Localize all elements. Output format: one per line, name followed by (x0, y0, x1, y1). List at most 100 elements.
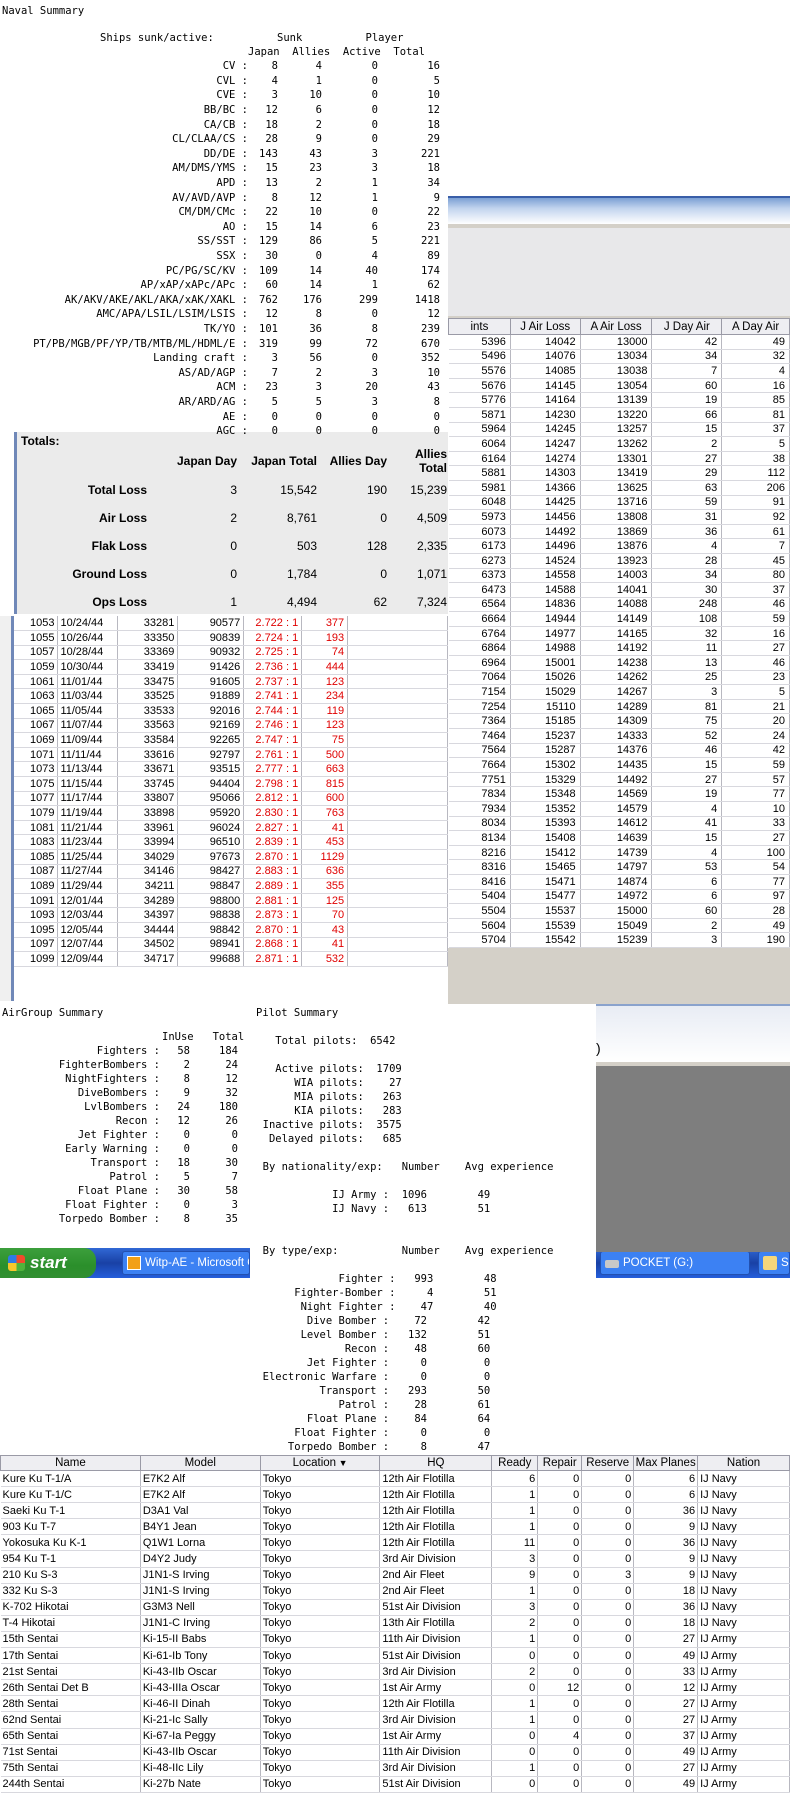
table-row[interactable]: 28th Sentai Ki-46-II Dinah Tokyo 12th Air F… (0, 1695, 790, 1713)
table-row[interactable]: 5396 14042 13000 42 49 (448, 334, 790, 350)
table-row[interactable]: 7064 15026 14262 25 23 (448, 670, 790, 686)
column-header[interactable]: Ready (491, 1455, 539, 1471)
table-row[interactable]: 5504 15537 15000 60 28 (448, 903, 790, 919)
table-row[interactable]: 5496 14076 13034 34 32 (448, 349, 790, 365)
table-row[interactable]: 7664 15302 14435 15 59 (448, 757, 790, 773)
table-row[interactable]: 1091 12/01/44 34289 98800 2.881 : 1 125 (14, 893, 448, 909)
table-row[interactable]: 5871 14230 13220 66 81 (448, 407, 790, 423)
column-header[interactable]: A Day Air (721, 318, 790, 335)
column-header[interactable]: Location ▼ (259, 1455, 381, 1471)
table-row[interactable]: 21st Sentai Ki-43-IIb Oscar Tokyo 3rd Air D… (0, 1663, 790, 1681)
table-row[interactable]: 8316 15465 14797 53 54 (448, 859, 790, 875)
table-row[interactable]: 6064 14247 13262 2 5 (448, 436, 790, 452)
table-row[interactable]: 6664 14944 14149 108 59 (448, 611, 790, 627)
table-row[interactable]: 1061 11/01/44 33475 91605 2.737 : 1 123 (14, 674, 448, 690)
table-row[interactable]: 1085 11/25/44 34029 97673 2.870 : 1 1129 (14, 849, 448, 865)
table-row[interactable]: 75th Sentai Ki-48-IIc Lily Tokyo 3rd Air Di… (0, 1760, 790, 1777)
table-row[interactable]: 7364 15185 14309 75 20 (448, 713, 790, 730)
table-row[interactable]: Yokosuka Ku K-1 Q1W1 Lorna Tokyo 12th Air F… (0, 1534, 790, 1552)
table-row[interactable]: 5676 14145 13054 60 16 (448, 378, 790, 394)
table-row[interactable]: 7564 15287 14376 46 42 (448, 743, 790, 759)
column-header[interactable]: A Air Loss (579, 318, 653, 335)
table-row[interactable]: 1053 10/24/44 33281 90577 2.722 : 1 377 (14, 616, 448, 632)
table-row[interactable]: 62nd Sentai Ki-21-Ic Sally Tokyo 3rd Air Di… (0, 1711, 790, 1729)
table-row[interactable]: 1083 11/23/44 33994 96510 2.839 : 1 453 (14, 834, 448, 850)
table-row[interactable]: 1087 11/27/44 34146 98427 2.883 : 1 636 (14, 864, 448, 880)
column-header[interactable]: Name (0, 1455, 141, 1471)
table-row[interactable]: 1077 11/17/44 33807 95066 2.812 : 1 600 (14, 791, 448, 807)
table-row[interactable]: 1079 11/19/44 33898 95920 2.830 : 1 763 (14, 805, 448, 821)
table-row[interactable]: 8416 15471 14874 6 77 (448, 874, 790, 890)
table-row[interactable]: 7934 15352 14579 4 10 (448, 801, 790, 817)
table-row[interactable]: 1099 12/09/44 34717 99688 2.871 : 1 532 (14, 951, 448, 967)
table-row[interactable]: Saeki Ku T-1 D3A1 Val Tokyo 12th Air Flotil… (0, 1502, 790, 1520)
table-row[interactable]: 6048 14425 13716 59 91 (448, 495, 790, 511)
table-row[interactable]: 65th Sentai Ki-67-Ia Peggy Tokyo 1st Air Ar… (0, 1728, 790, 1745)
table-row[interactable]: T-4 Hikotai J1N1-C Irving Tokyo 13th Air Fl… (0, 1615, 790, 1632)
table-row[interactable]: 5404 15477 14972 6 97 (448, 889, 790, 905)
table-row[interactable]: 1065 11/05/44 33533 92016 2.744 : 1 119 (14, 703, 448, 719)
table-row[interactable]: 6473 14588 14041 30 37 (448, 582, 790, 598)
table-row[interactable]: 1057 10/28/44 33369 90932 2.725 : 1 74 (14, 645, 448, 661)
table-row[interactable]: Kure Ku T-1/A E7K2 Alf Tokyo 12th Air Floti… (0, 1470, 790, 1488)
table-row[interactable]: 8034 15393 14612 41 33 (448, 816, 790, 832)
table-row[interactable]: 1055 10/26/44 33350 90839 2.724 : 1 193 (14, 630, 448, 646)
column-header[interactable]: Nation (697, 1455, 790, 1471)
column-header[interactable]: Max Planes (633, 1455, 699, 1471)
table-row[interactable]: 8216 15412 14739 4 100 (448, 845, 790, 861)
table-row[interactable]: 332 Ku S-3 J1N1-S Irving Tokyo 2nd Air Flee… (0, 1583, 790, 1600)
table-row[interactable]: 1069 11/09/44 33584 92265 2.747 : 1 75 (14, 732, 448, 748)
taskbar-item-pocket[interactable]: POCKET (G:) (600, 1251, 750, 1275)
table-row[interactable]: 6564 14836 14088 248 46 (448, 597, 790, 613)
table-row[interactable]: 5604 15539 15049 2 49 (448, 918, 790, 934)
table-row[interactable]: 1067 11/07/44 33563 92169 2.746 : 1 123 (14, 718, 448, 734)
table-row[interactable]: 26th Sentai Det B Ki-43-IIIa Oscar Tokyo 1s… (0, 1679, 790, 1697)
table-row[interactable]: 5964 14245 13257 15 37 (448, 422, 790, 438)
table-row[interactable]: 7154 15029 14267 3 5 (448, 684, 790, 700)
table-row[interactable]: 1097 12/07/44 34502 98941 2.868 : 1 41 (14, 937, 448, 953)
table-row[interactable]: 8134 15408 14639 15 27 (448, 830, 790, 846)
table-row[interactable]: 6964 15001 14238 13 46 (448, 655, 790, 671)
table-row[interactable]: 6273 14524 13923 28 45 (448, 553, 790, 569)
table-row[interactable]: 5776 14164 13139 19 85 (448, 392, 790, 408)
table-row[interactable]: Kure Ku T-1/C E7K2 Alf Tokyo 12th Air Floti… (0, 1486, 790, 1504)
table-row[interactable]: 6864 14988 14192 11 27 (448, 640, 790, 657)
table-row[interactable]: 903 Ku T-7 B4Y1 Jean Tokyo 12th Air Flotill… (0, 1518, 790, 1536)
table-row[interactable]: 6073 14492 13869 36 61 (448, 524, 790, 540)
table-row[interactable]: 1073 11/13/44 33671 93515 2.777 : 1 663 (14, 761, 448, 778)
table-row[interactable]: 1095 12/05/44 34444 98842 2.870 : 1 43 (14, 922, 448, 938)
table-row[interactable]: 1059 10/30/44 33419 91426 2.736 : 1 444 (14, 659, 448, 675)
table-row[interactable]: 7254 15110 14289 81 21 (448, 699, 790, 715)
table-row[interactable]: 6764 14977 14165 32 16 (448, 626, 790, 642)
table-row[interactable]: 210 Ku S-3 J1N1-S Irving Tokyo 2nd Air Flee… (0, 1567, 790, 1584)
table-row[interactable]: 6173 14496 13876 4 7 (448, 538, 790, 554)
column-header[interactable]: Model (139, 1455, 261, 1471)
table-row[interactable]: 17th Sentai Ki-61-Ib Tony Tokyo 51st Air Di… (0, 1647, 790, 1665)
table-row[interactable]: 5973 14456 13808 31 92 (448, 509, 790, 525)
column-header[interactable]: HQ (379, 1455, 493, 1471)
table-row[interactable]: 15th Sentai Ki-15-II Babs Tokyo 11th Air Di… (0, 1631, 790, 1649)
table-row[interactable]: K-702 Hikotai G3M3 Nell Tokyo 51st Air Divi… (0, 1599, 790, 1616)
table-row[interactable]: 6164 14274 13301 27 38 (448, 451, 790, 467)
table-row[interactable]: 5576 14085 13038 7 4 (448, 363, 790, 379)
table-row[interactable]: 7834 15348 14569 19 77 (448, 786, 790, 802)
table-row[interactable]: 1093 12/03/44 34397 98838 2.873 : 1 70 (14, 907, 448, 923)
column-header[interactable]: J Day Air (651, 318, 723, 335)
taskbar-item-folder[interactable]: S (758, 1251, 790, 1275)
table-row[interactable]: 7464 15237 14333 52 24 (448, 728, 790, 744)
table-row[interactable]: 1075 11/15/44 33745 94404 2.798 : 1 815 (14, 776, 448, 792)
column-header[interactable]: Repair (537, 1455, 583, 1471)
column-header[interactable]: ints (448, 318, 511, 335)
table-row[interactable]: 954 Ku T-1 D4Y2 Judy Tokyo 3rd Air Division… (0, 1550, 790, 1568)
table-row[interactable]: 71st Sentai Ki-43-IIb Oscar Tokyo 11th Air … (0, 1744, 790, 1761)
window-titlebar[interactable] (448, 196, 790, 224)
table-row[interactable]: 1063 11/03/44 33525 91889 2.741 : 1 234 (14, 688, 448, 705)
table-row[interactable]: 5881 14303 13419 29 112 (448, 465, 790, 481)
table-row[interactable]: 7751 15329 14492 27 57 (448, 772, 790, 788)
table-row[interactable]: 1089 11/29/44 34211 98847 2.889 : 1 355 (14, 878, 448, 894)
table-row[interactable]: 1071 11/11/44 33616 92797 2.761 : 1 500 (14, 747, 448, 763)
column-header[interactable]: J Air Loss (509, 318, 581, 335)
start-button[interactable]: start (0, 1248, 96, 1278)
taskbar-item-witp[interactable]: Witp-AE - Microsoft O... (122, 1251, 250, 1275)
table-row[interactable]: 6373 14558 14003 34 80 (448, 568, 790, 584)
